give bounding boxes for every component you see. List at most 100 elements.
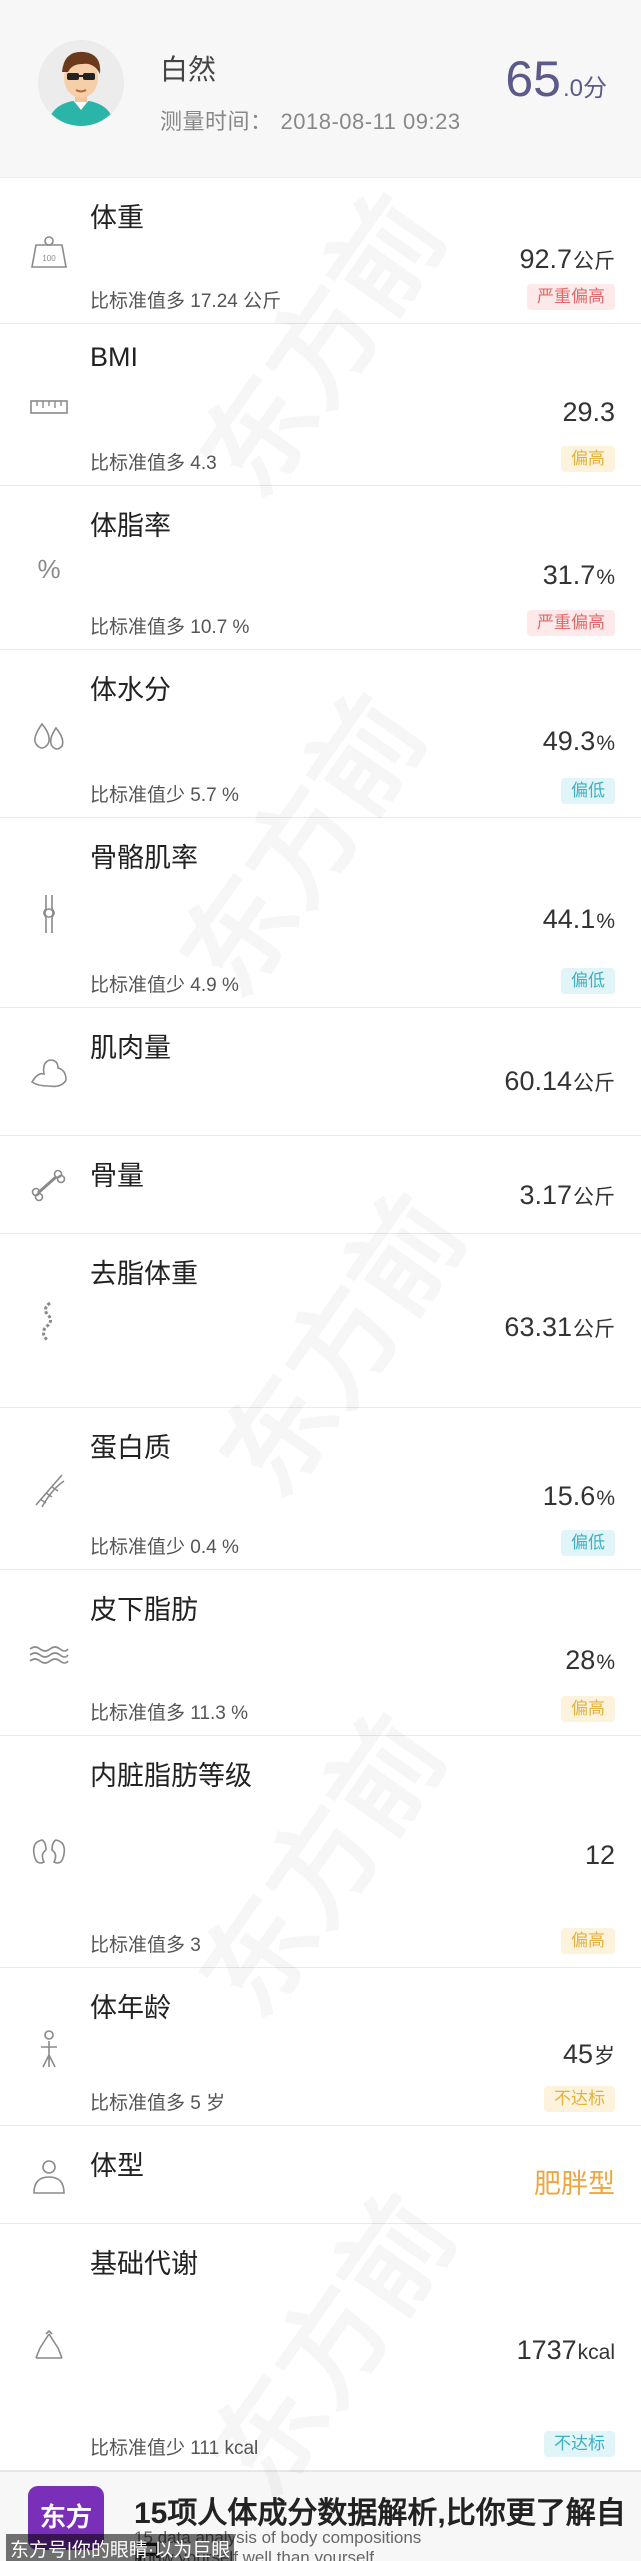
metric-value: 31.7% [543, 560, 615, 591]
metric-row[interactable]: % 体脂率 31.7% 比标准值多 10.7 % 严重偏高 [0, 486, 641, 650]
status-badge: 不达标 [544, 2086, 615, 2112]
metric-value: 49.3% [543, 726, 615, 757]
metric-row[interactable]: 基础代谢 1737kcal 比标准值少 111 kcal 不达标 [0, 2224, 641, 2471]
avatar[interactable] [38, 40, 124, 126]
status-badge: 严重偏高 [527, 610, 615, 636]
ruler-icon [28, 385, 70, 427]
footer-banner[interactable]: 东方前 15项人体成分数据解析,比你更了解自己 15 data analysis… [0, 2471, 641, 2561]
water-drops-icon [28, 714, 70, 756]
metric-name: 体重 [90, 203, 144, 233]
metric-name: 体型 [90, 2151, 144, 2181]
metric-row[interactable]: 骨量 3.17公斤 [0, 1136, 641, 1234]
metric-value-unit: 公斤 [573, 1186, 615, 1209]
metric-name: 蛋白质 [90, 1433, 171, 1463]
metric-value-number: 63.31 [504, 1312, 572, 1342]
metric-value-number: 60.14 [504, 1066, 572, 1096]
svg-text:100: 100 [42, 254, 56, 263]
status-badge: 偏高 [561, 446, 615, 472]
metric-list: 100 体重 92.7公斤 比标准值多 17.24 公斤 严重偏高 BMI 29.3 比标准值… [0, 178, 641, 2471]
metric-value-number: 肥胖型 [534, 2169, 615, 2199]
recycle-icon [28, 2328, 70, 2370]
svg-text:%: % [37, 554, 60, 584]
metric-value-number: 3.17 [519, 1180, 572, 1210]
metric-value: 1737kcal [517, 2335, 615, 2366]
metric-compare: 比标准值多 5 岁 [90, 2093, 226, 2114]
fat-tissue-icon [28, 1633, 70, 1675]
metric-row[interactable]: 100 体重 92.7公斤比标准值多 17.24 公斤 严重偏高 [0, 178, 641, 324]
status-badge: 偏高 [561, 1928, 615, 1954]
metric-compare: 比标准值多 4.3 [90, 453, 217, 474]
metric-value: 15.6% [543, 1481, 615, 1512]
person-icon [28, 2027, 70, 2069]
metric-row[interactable]: 内脏脂肪等级 12 比标准值多 3 偏高 [0, 1736, 641, 1968]
metric-value-number: 45 [562, 2039, 593, 2069]
metric-name: 骨骼肌率 [90, 843, 198, 873]
body-score: 65.0分 [505, 50, 607, 108]
profile-header: 白然 测量时间： 2018-08-11 09:23 65.0分 [0, 0, 641, 178]
percent-icon: % [28, 548, 70, 590]
metric-value: 29.3 [562, 397, 615, 428]
metric-compare: 比标准值少 5.7 % [90, 785, 239, 806]
metric-name: 皮下脂肪 [90, 1595, 198, 1625]
metric-value-number: 92.7 [519, 244, 572, 274]
status-badge: 偏低 [561, 1530, 615, 1556]
metric-compare: 比标准值多 10.7 % [90, 617, 250, 638]
source-label: 东方号|你的眼睛·以为巨眼 [6, 2534, 235, 2561]
scale-icon: 100 [28, 231, 70, 273]
metric-row[interactable]: 肌肉量 60.14公斤 [0, 1008, 641, 1136]
metric-row[interactable]: 去脂体重 63.31公斤 [0, 1234, 641, 1408]
metric-value-number: 44.1 [542, 904, 596, 934]
metric-value-unit: 公斤 [573, 1072, 615, 1095]
metric-compare: 比标准值少 4.9 % [90, 975, 239, 996]
metric-name: 肌肉量 [90, 1033, 171, 1063]
status-badge: 严重偏高 [527, 284, 615, 310]
metric-compare: 比标准值少 111 kcal [90, 2438, 259, 2459]
metric-value: 60.14公斤 [504, 1066, 615, 1097]
bicep-icon [28, 1052, 70, 1094]
metric-value-unit: kcal [577, 2341, 615, 2364]
measure-time-value: 2018-08-11 09:23 [280, 109, 461, 134]
bone-icon [28, 1165, 70, 1207]
knee-joint-icon [28, 893, 70, 935]
metric-name: BMI [90, 342, 139, 372]
metric-value-number: 29.3 [562, 397, 615, 427]
metric-compare: 比标准值少 0.4 % [90, 1537, 239, 1558]
status-badge: 不达标 [544, 2431, 615, 2457]
metric-compare: 比标准值多 17.24 公斤 [90, 291, 282, 312]
score-unit: .0分 [562, 75, 607, 102]
spine-icon [28, 1301, 70, 1343]
metric-value-number: 28 [565, 1645, 596, 1675]
metric-value: 63.31公斤 [504, 1312, 615, 1343]
metric-value: 44.1% [543, 904, 615, 935]
metric-value-number: 12 [584, 1840, 615, 1870]
metric-name: 体年龄 [90, 1993, 171, 2023]
metric-value-unit: % [596, 566, 615, 589]
metric-name: 去脂体重 [90, 1259, 198, 1289]
body-type-icon [28, 2155, 70, 2197]
metric-value: 肥胖型 [534, 2162, 615, 2201]
metric-value: 45岁 [563, 2039, 615, 2070]
metric-row[interactable]: 蛋白质 15.6% 比标准值少 0.4 % 偏低 [0, 1408, 641, 1570]
metric-value: 28% [565, 1645, 615, 1676]
metric-row[interactable]: 骨骼肌率 44.1% 比标准值少 4.9 % 偏低 [0, 818, 641, 1008]
status-badge: 偏高 [561, 1696, 615, 1722]
score-value: 65 [505, 51, 561, 107]
metric-value-unit: 岁 [594, 2045, 615, 2068]
metric-row[interactable]: 皮下脂肪 28% 比标准值多 11.3 % 偏高 [0, 1570, 641, 1736]
measure-time-label: 测量时间： [160, 109, 273, 134]
metric-value-unit: 公斤 [573, 250, 615, 273]
metric-row[interactable]: BMI 29.3 比标准值多 4.3 偏高 [0, 324, 641, 486]
metric-compare: 比标准值多 11.3 % [90, 1703, 249, 1724]
metric-row[interactable]: 体型肥胖型 [0, 2126, 641, 2224]
metric-value-number: 1737 [516, 2335, 577, 2365]
metric-name: 体脂率 [90, 511, 171, 541]
metric-row[interactable]: 体水分 49.3% 比标准值少 5.7 % 偏低 [0, 650, 641, 818]
metric-name: 体水分 [90, 675, 171, 705]
metric-compare: 比标准值多 3 [90, 1935, 201, 1956]
metric-value-unit: 公斤 [573, 1318, 615, 1341]
metric-value: 3.17公斤 [519, 1180, 615, 1211]
metric-row[interactable]: 体年龄 45岁比标准值多 5 岁 不达标 [0, 1968, 641, 2126]
metric-value-number: 31.7 [542, 560, 596, 590]
metric-value-unit: % [596, 910, 615, 933]
metric-value-number: 15.6 [542, 1481, 596, 1511]
